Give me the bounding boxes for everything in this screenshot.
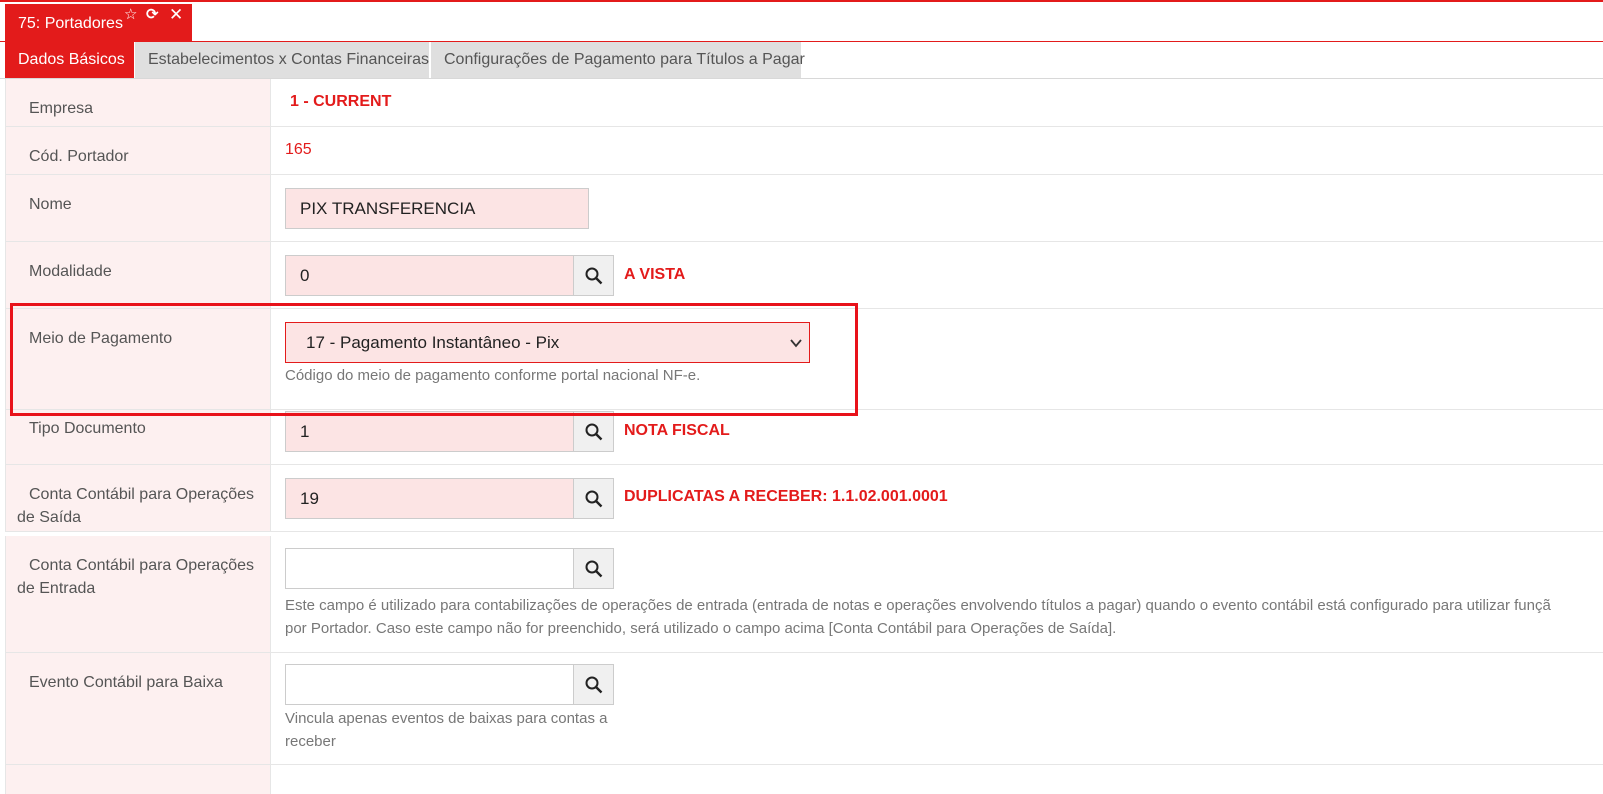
row-nome: Nome [5,175,1603,242]
row-modalidade: Modalidade [5,242,1603,309]
evento-baixa-label: Evento Contábil para Baixa [29,674,223,691]
row-cod-portador: Cód. Portador 165 [5,127,1603,175]
meio-pagamento-label: Meio de Pagamento [29,330,173,347]
conta-entrada-search-button[interactable] [573,548,614,589]
evento-baixa-input[interactable] [285,664,574,705]
row-next-partial [5,765,1603,794]
tab-configuracoes-pagamento[interactable]: Configurações de Pagamento para Títulos … [431,42,805,78]
search-icon [585,267,603,285]
row-evento-baixa: Evento Contábil para Baixa [5,653,1603,765]
conta-saida-label: Conta Contábil para Operações de Saída [17,486,255,526]
modalidade-label: Modalidade [29,263,112,280]
evento-baixa-search-button[interactable] [573,664,614,705]
window-tab[interactable]: 75: Portadores ☆ ⟳ ✕ [5,4,192,42]
search-icon [585,423,603,441]
tipo-documento-search-button[interactable] [573,411,614,452]
meio-pagamento-select[interactable]: 17 - Pagamento Instantâneo - Pix [285,322,810,363]
conta-saida-description: DUPLICATAS A RECEBER: 1.1.02.001.0001 [624,488,948,505]
search-icon [585,676,603,694]
modalidade-search-button[interactable] [573,255,614,296]
window-title: 75: Portadores [18,15,123,32]
top-accent-line [0,0,1603,2]
row-tipo-documento: Tipo Documento [5,410,1603,465]
conta-entrada-label: Conta Contábil para Operações de Entrada [17,557,255,597]
cod-portador-label: Cód. Portador [29,148,129,165]
tipo-documento-input[interactable]: 1 [285,411,574,452]
search-icon [585,490,603,508]
chevron-down-icon [790,339,802,348]
conta-entrada-input[interactable] [285,548,574,589]
refresh-icon[interactable]: ⟳ [146,7,159,23]
tab-estabelecimentos-contas[interactable]: Estabelecimentos x Contas Financeiras [135,42,429,78]
conta-saida-search-button[interactable] [573,478,614,519]
row-empresa: Empresa 1 - CURRENT [5,79,1603,127]
conta-entrada-help-line1: Este campo é utilizado para contabilizaç… [285,597,1551,614]
nome-input[interactable]: PIX TRANSFERENCIA [285,188,589,229]
conta-saida-input[interactable]: 19 [285,478,574,519]
star-icon[interactable]: ☆ [124,7,137,23]
tab-dados-basicos[interactable]: Dados Básicos [5,42,134,78]
tipo-documento-label: Tipo Documento [29,420,146,437]
empresa-value: 1 - CURRENT [290,93,392,110]
modalidade-input[interactable]: 0 [285,255,574,296]
meio-pagamento-help: Código do meio de pagamento conforme por… [285,367,701,384]
modalidade-description: A VISTA [624,266,686,283]
cod-portador-value: 165 [285,141,312,158]
nome-label: Nome [29,196,72,213]
tipo-documento-description: NOTA FISCAL [624,422,730,439]
evento-baixa-help: Vincula apenas eventos de baixas para co… [285,710,608,750]
close-icon[interactable]: ✕ [169,6,183,23]
search-icon [585,560,603,578]
meio-pagamento-selected: 17 - Pagamento Instantâneo - Pix [306,333,560,352]
empresa-label: Empresa [29,100,94,117]
conta-entrada-help-line2: por Portador. Caso este campo não for pr… [285,620,1117,637]
